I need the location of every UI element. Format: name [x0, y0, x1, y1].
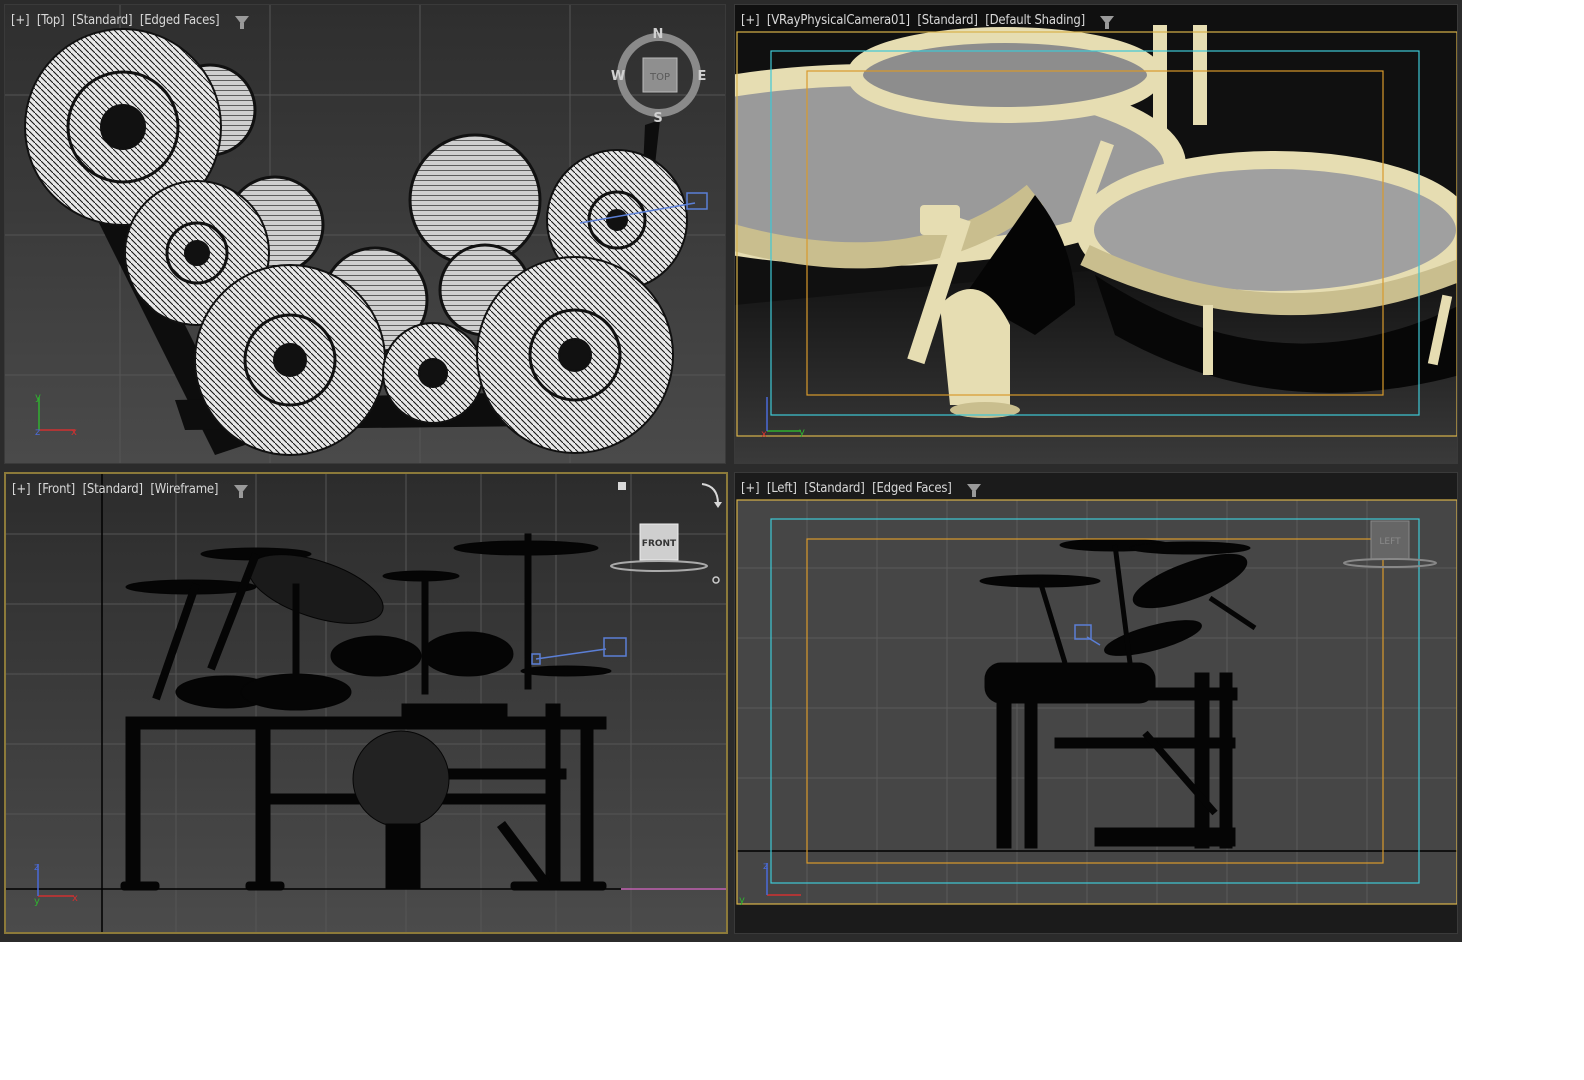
svg-text:y: y: [35, 392, 41, 403]
viewport-shading-label[interactable]: [Standard]: [917, 13, 978, 28]
svg-text:x: x: [72, 893, 78, 904]
viewport-camera-label: [+] [VRayPhysicalCamera01] [Standard] [D…: [741, 13, 1115, 29]
viewcube-face-label[interactable]: FRONT: [642, 539, 677, 549]
viewcube-face-label[interactable]: LEFT: [1379, 537, 1401, 547]
viewcube-icon[interactable]: TOP N S E W: [611, 25, 711, 125]
svg-text:y: y: [799, 427, 805, 438]
viewport-menu-button[interactable]: [+]: [741, 481, 760, 496]
viewport-left[interactable]: z y LEFT [+] [Left] [Standard] [Edged Fa…: [734, 472, 1458, 934]
filter-icon[interactable]: [967, 484, 982, 497]
viewport-layout: x y z TOP N S E W [+] [Top] [Standard] […: [0, 0, 1462, 942]
compass-east[interactable]: E: [698, 69, 707, 84]
viewport-mode-label[interactable]: [Edged Faces]: [140, 13, 220, 28]
viewport-view-label[interactable]: [Top]: [37, 13, 65, 28]
compass-west[interactable]: W: [611, 69, 625, 84]
viewcube-icon[interactable]: LEFT: [1339, 519, 1439, 579]
svg-text:z: z: [35, 427, 40, 438]
viewport-mode-label[interactable]: [Default Shading]: [985, 13, 1085, 28]
viewcube-face-label[interactable]: TOP: [649, 72, 670, 83]
camera-scene: y x: [735, 5, 1457, 463]
svg-text:y: y: [739, 895, 745, 906]
viewport-mode-label[interactable]: [Edged Faces]: [872, 481, 952, 496]
viewport-front-label: [+] [Front] [Standard] [Wireframe]: [12, 482, 248, 498]
viewport-left-label: [+] [Left] [Standard] [Edged Faces]: [741, 481, 982, 497]
svg-text:x: x: [761, 429, 767, 440]
viewport-shading-label[interactable]: [Standard]: [83, 482, 144, 497]
viewport-menu-button[interactable]: [+]: [741, 13, 760, 28]
svg-text:z: z: [34, 862, 39, 873]
viewport-shading-label[interactable]: [Standard]: [72, 13, 133, 28]
viewport-view-label[interactable]: [Front]: [38, 482, 75, 497]
filter-icon[interactable]: [1100, 16, 1115, 29]
home-icon[interactable]: [618, 482, 626, 490]
viewport-shading-label[interactable]: [Standard]: [804, 481, 865, 496]
axis-tripod-icon: x z y: [34, 862, 78, 907]
viewport-front[interactable]: x z y FRONT [+] [Front] [Standard] [Wire…: [4, 472, 728, 934]
svg-text:x: x: [71, 427, 77, 438]
svg-text:y: y: [34, 896, 40, 907]
compass-north[interactable]: N: [653, 27, 664, 42]
viewport-menu-button[interactable]: [+]: [11, 13, 30, 28]
filter-icon[interactable]: [233, 485, 248, 498]
viewport-view-label[interactable]: [VRayPhysicalCamera01]: [767, 13, 910, 28]
viewport-top[interactable]: x y z TOP N S E W [+] [Top] [Standard] […: [4, 4, 726, 464]
axis-tripod-icon: x y z: [35, 392, 77, 438]
viewport-menu-button[interactable]: [+]: [12, 482, 31, 497]
viewport-mode-label[interactable]: [Wireframe]: [150, 482, 218, 497]
viewport-top-label: [+] [Top] [Standard] [Edged Faces]: [11, 13, 249, 29]
camera-icon[interactable]: [531, 637, 627, 665]
compass-south[interactable]: S: [653, 111, 662, 125]
viewport-view-label[interactable]: [Left]: [767, 481, 797, 496]
svg-text:z: z: [763, 861, 768, 872]
orbit-arrow-icon[interactable]: [701, 483, 719, 505]
viewcube-icon[interactable]: FRONT: [606, 476, 728, 588]
filter-icon[interactable]: [234, 16, 249, 29]
viewport-camera[interactable]: y x [+] [VRayPhysicalCamera01] [Standard…: [734, 4, 1458, 464]
